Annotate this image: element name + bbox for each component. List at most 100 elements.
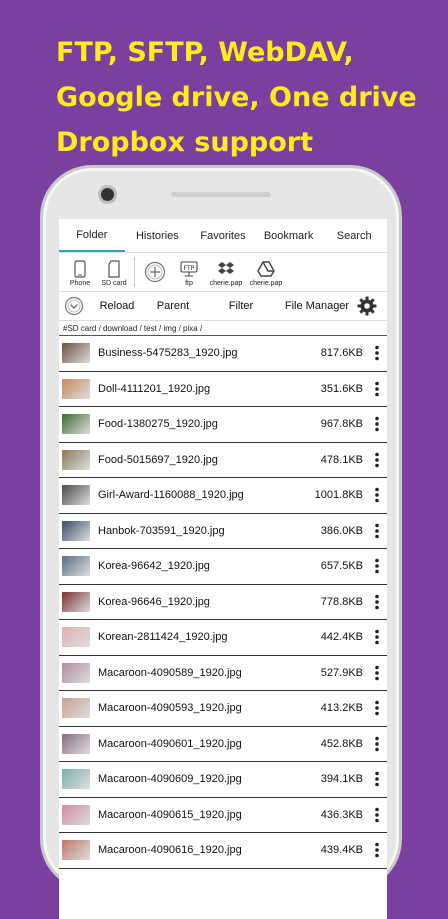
app-screen: Folder Histories Favorites Bookmark Sear… — [59, 219, 387, 919]
file-size: 351.6KB — [320, 382, 363, 395]
more-options-button[interactable] — [367, 807, 387, 823]
storage-ftp[interactable]: FTP ftp — [172, 258, 206, 287]
file-size: 386.0KB — [320, 524, 363, 537]
file-row[interactable]: Food-1380275_1920.jpg 967.8KB — [59, 407, 387, 443]
more-options-button[interactable] — [367, 736, 387, 752]
tab-folder[interactable]: Folder — [59, 219, 125, 252]
file-row[interactable]: Doll-4111201_1920.jpg 351.6KB — [59, 372, 387, 407]
storage-label: cherie.pap — [249, 279, 283, 287]
file-size: 439.4KB — [320, 844, 363, 857]
more-options-button[interactable] — [367, 665, 387, 681]
file-row[interactable]: Korea-96646_1920.jpg 778.8KB — [59, 585, 387, 620]
file-row[interactable]: Korea-96642_1920.jpg 657.5KB — [59, 549, 387, 585]
reload-button[interactable]: Reload — [89, 300, 145, 312]
tab-bookmark[interactable]: Bookmark — [256, 219, 322, 252]
file-thumbnail — [62, 449, 90, 470]
camera-icon — [101, 188, 114, 201]
file-name: Macaroon-4090601_1920.jpg — [98, 737, 242, 750]
file-name: Korea-96642_1920.jpg — [98, 560, 210, 573]
file-name: Macaroon-4090589_1920.jpg — [98, 666, 242, 679]
file-size: 817.6KB — [320, 347, 363, 360]
tab-bar: Folder Histories Favorites Bookmark Sear… — [59, 219, 387, 253]
file-row[interactable]: Business-5475283_1920.jpg 817.6KB — [59, 336, 387, 372]
add-storage-button[interactable] — [138, 261, 172, 283]
chevron-down-icon — [64, 296, 84, 316]
more-vert-icon — [375, 523, 379, 539]
more-vert-icon — [375, 345, 379, 361]
breadcrumb: #SD card / download / test / img / pixa … — [59, 321, 387, 336]
more-options-button[interactable] — [367, 700, 387, 716]
file-row[interactable]: Girl-Award-1160088_1920.jpg 1001.8KB — [59, 478, 387, 514]
more-options-button[interactable] — [367, 558, 387, 574]
storage-bar: Phone SD card FTP ftp cherie.pap cherie.… — [59, 253, 387, 292]
file-row[interactable]: Food-5015697_1920.jpg 478.1KB — [59, 443, 387, 478]
file-row[interactable]: Korean-2811424_1920.jpg 442.4KB — [59, 620, 387, 656]
google-drive-icon — [257, 258, 275, 280]
more-options-button[interactable] — [367, 594, 387, 610]
tab-search[interactable]: Search — [321, 219, 387, 252]
file-thumbnail — [62, 733, 90, 754]
more-vert-icon — [375, 452, 379, 468]
more-options-button[interactable] — [367, 452, 387, 468]
more-vert-icon — [375, 416, 379, 432]
file-thumbnail — [62, 627, 90, 648]
file-thumbnail — [62, 804, 90, 825]
file-name: Macaroon-4090616_1920.jpg — [98, 844, 242, 857]
more-vert-icon — [375, 487, 379, 503]
more-vert-icon — [375, 842, 379, 858]
file-thumbnail — [62, 698, 90, 719]
file-thumbnail — [62, 840, 90, 861]
file-list: Business-5475283_1920.jpg 817.6KB Doll-411… — [59, 336, 387, 869]
file-size: 413.2KB — [320, 702, 363, 715]
storage-google-drive[interactable]: cherie.pap — [246, 258, 286, 287]
action-bar: Reload Parent Filter File Manager — [59, 292, 387, 321]
more-options-button[interactable] — [367, 487, 387, 503]
more-options-button[interactable] — [367, 416, 387, 432]
storage-dropbox[interactable]: cherie.pap — [206, 258, 246, 287]
more-vert-icon — [375, 558, 379, 574]
more-vert-icon — [375, 736, 379, 752]
file-size: 394.1KB — [320, 773, 363, 786]
settings-button[interactable] — [353, 296, 381, 316]
promo-headline: FTP, SFTP, WebDAV, Google drive, One dri… — [56, 30, 417, 165]
storage-phone[interactable]: Phone — [63, 258, 97, 287]
more-vert-icon — [375, 629, 379, 645]
file-row[interactable]: Macaroon-4090615_1920.jpg 436.3KB — [59, 798, 387, 833]
file-row[interactable]: Macaroon-4090616_1920.jpg 439.4KB — [59, 833, 387, 869]
file-name: Food-5015697_1920.jpg — [98, 453, 218, 466]
file-size: 1001.8KB — [314, 489, 363, 502]
svg-text:FTP: FTP — [184, 265, 195, 272]
file-name: Doll-4111201_1920.jpg — [98, 382, 211, 395]
file-size: 527.9KB — [320, 666, 363, 679]
file-row[interactable]: Macaroon-4090593_1920.jpg 413.2KB — [59, 691, 387, 727]
divider — [134, 257, 135, 287]
more-options-button[interactable] — [367, 381, 387, 397]
file-thumbnail — [62, 485, 90, 506]
more-options-button[interactable] — [367, 771, 387, 787]
more-options-button[interactable] — [367, 345, 387, 361]
file-name: Korean-2811424_1920.jpg — [98, 631, 228, 644]
file-name: Food-1380275_1920.jpg — [98, 418, 218, 431]
storage-sd-card[interactable]: SD card — [97, 258, 131, 287]
storage-label: cherie.pap — [209, 279, 243, 287]
file-name: Hanbok-703591_1920.jpg — [98, 524, 225, 537]
file-name: Macaroon-4090615_1920.jpg — [98, 808, 242, 821]
tab-histories[interactable]: Histories — [125, 219, 191, 252]
file-size: 967.8KB — [320, 418, 363, 431]
collapse-button[interactable] — [59, 296, 89, 316]
file-manager-button[interactable]: File Manager — [281, 300, 353, 312]
file-row[interactable]: Macaroon-4090601_1920.jpg 452.8KB — [59, 727, 387, 762]
more-options-button[interactable] — [367, 629, 387, 645]
file-row[interactable]: Macaroon-4090589_1920.jpg 527.9KB — [59, 656, 387, 691]
more-options-button[interactable] — [367, 523, 387, 539]
filter-button[interactable]: Filter — [201, 300, 281, 312]
dropbox-icon — [217, 258, 235, 280]
tab-favorites[interactable]: Favorites — [190, 219, 256, 252]
more-vert-icon — [375, 700, 379, 716]
parent-button[interactable]: Parent — [145, 300, 201, 312]
more-vert-icon — [375, 594, 379, 610]
file-row[interactable]: Macaroon-4090609_1920.jpg 394.1KB — [59, 762, 387, 798]
more-options-button[interactable] — [367, 842, 387, 858]
more-vert-icon — [375, 807, 379, 823]
file-row[interactable]: Hanbok-703591_1920.jpg 386.0KB — [59, 514, 387, 549]
